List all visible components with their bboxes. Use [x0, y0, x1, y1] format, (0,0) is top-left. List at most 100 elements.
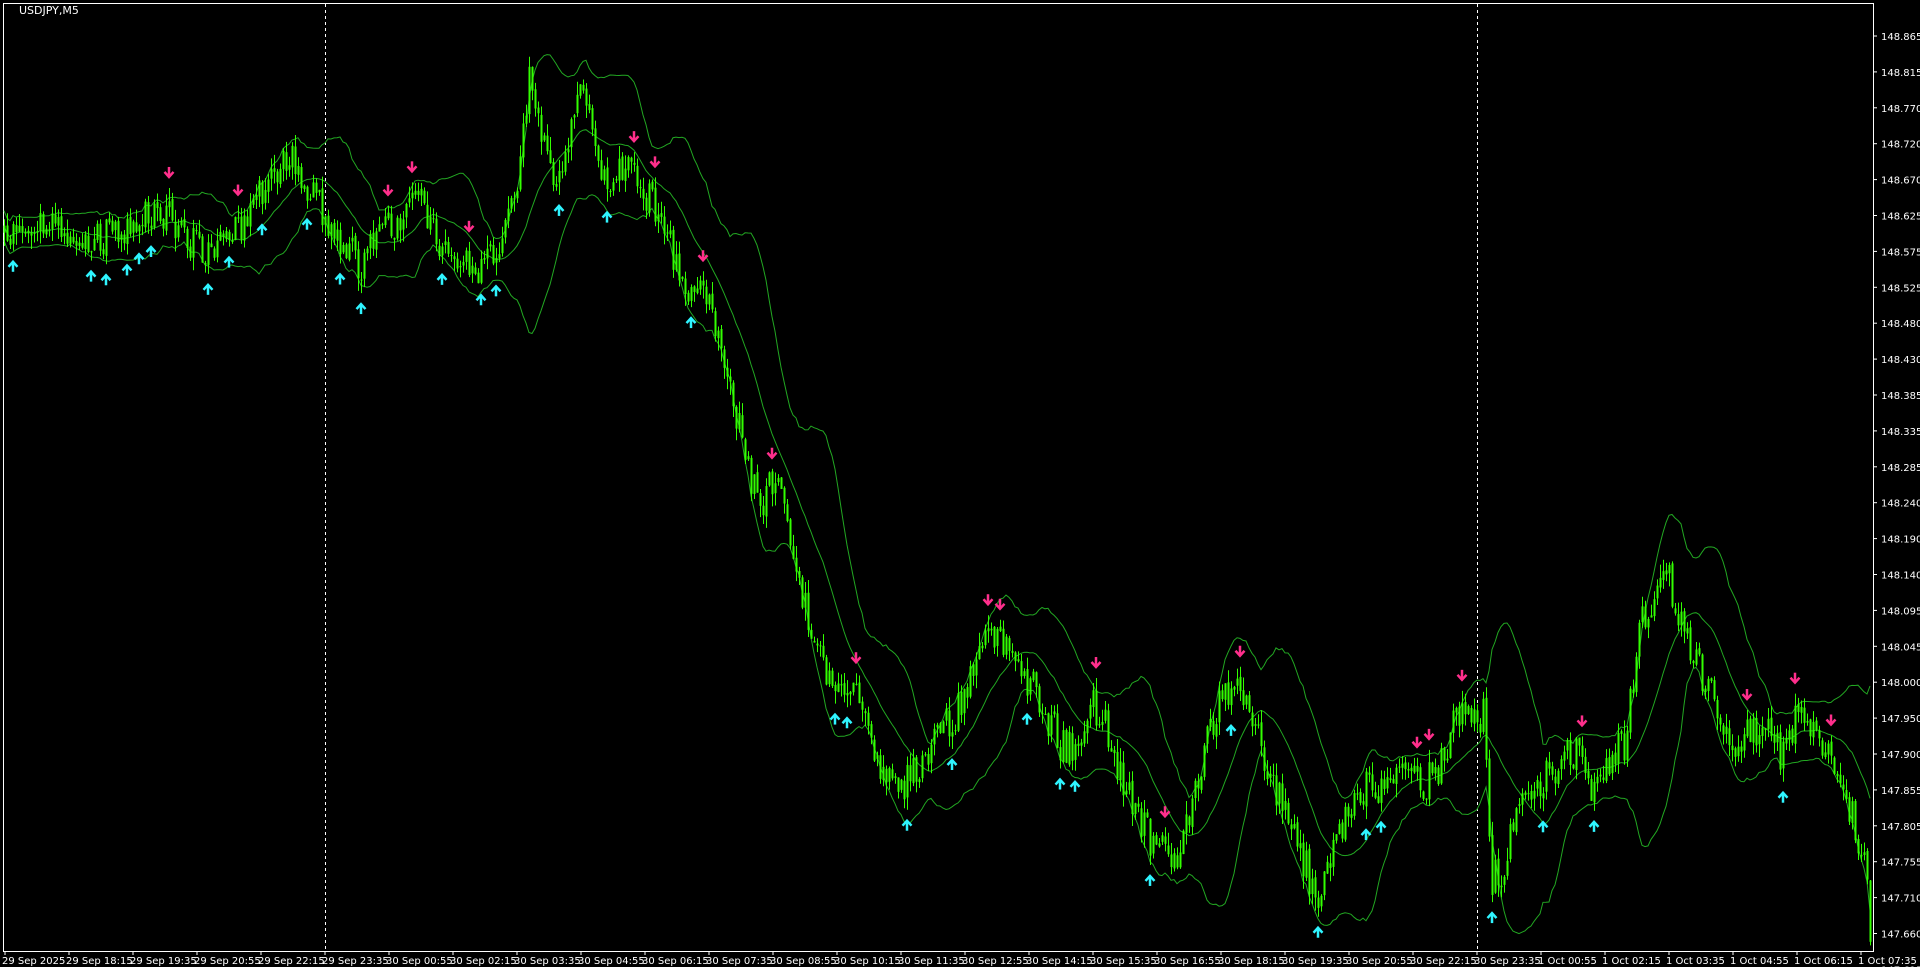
candle-body: [213, 248, 216, 258]
candle-body: [534, 89, 537, 109]
candle-body: [1737, 746, 1740, 757]
candle-body: [573, 115, 576, 118]
candle-body: [903, 780, 906, 800]
candle-body: [117, 220, 120, 242]
buy-arrow: [256, 223, 268, 236]
candle-body: [1137, 803, 1140, 807]
candle-body: [1296, 822, 1299, 847]
candle-body: [312, 182, 315, 198]
buy-arrow: [121, 263, 133, 276]
y-tick-label: 148.190: [1881, 535, 1920, 546]
candle-body: [1782, 741, 1785, 769]
candle-body: [684, 278, 687, 294]
candle-body: [1362, 801, 1365, 805]
candle-body: [795, 557, 798, 572]
candle-body: [1386, 777, 1389, 789]
candle-body: [972, 664, 975, 676]
candle-body: [909, 765, 912, 782]
sell-arrow: [766, 447, 778, 460]
y-tick-label: 148.385: [1881, 391, 1920, 402]
candle-body: [438, 245, 441, 257]
candle-body: [567, 149, 570, 153]
candle-body: [978, 646, 981, 660]
candle-body: [1062, 730, 1065, 763]
candle-body: [45, 228, 48, 235]
candle-body: [453, 256, 456, 260]
candle-body: [414, 190, 417, 195]
candle-body: [1071, 733, 1074, 761]
y-tick-label: 147.755: [1881, 858, 1920, 869]
candle-body: [1074, 744, 1077, 760]
x-tick-label: 1 Oct 04:55: [1730, 956, 1789, 967]
candle-body: [852, 682, 855, 693]
candle-body: [756, 472, 759, 493]
candle-body: [810, 629, 813, 639]
candle-body: [1788, 730, 1791, 740]
candle-body: [1764, 728, 1767, 730]
candle-body: [1728, 728, 1731, 746]
candle-body: [942, 721, 945, 734]
candle-body: [450, 255, 453, 257]
candle-body: [1431, 762, 1434, 774]
candle-body: [1491, 835, 1494, 895]
candle-body: [921, 755, 924, 779]
buy-arrow: [202, 282, 214, 295]
candle-body: [1632, 689, 1635, 694]
candle-body: [1581, 745, 1584, 757]
candle-body: [456, 258, 459, 269]
candle-body: [387, 212, 390, 219]
candle-body: [1743, 734, 1746, 751]
x-tick-label: 1 Oct 00:55: [1538, 956, 1597, 967]
candle-body: [768, 472, 771, 486]
candle-body: [489, 244, 492, 247]
candle-body: [1482, 698, 1485, 732]
candle-body: [1821, 740, 1824, 756]
price-chart[interactable]: 148.865 148.815 148.770 148.720 148.670 148.6…: [0, 0, 1920, 967]
candle-body: [648, 183, 651, 213]
candle-body: [1329, 863, 1332, 868]
sell-arrow: [1789, 672, 1801, 685]
candle-body: [1623, 733, 1626, 761]
candle-body: [1065, 730, 1068, 763]
x-tick-label: 30 Sep 16:55: [1154, 956, 1221, 967]
candle-body: [1068, 731, 1071, 765]
candle-body: [1761, 727, 1764, 736]
candle-body: [165, 205, 168, 231]
candle-body: [1635, 656, 1638, 693]
candle-body: [1590, 778, 1593, 801]
candle-body: [1698, 648, 1701, 655]
candle-body: [1686, 628, 1689, 634]
candle-body: [111, 220, 114, 232]
candle-body: [375, 231, 378, 250]
candle-body: [486, 248, 489, 259]
candle-body: [990, 628, 993, 631]
candle-body: [1449, 732, 1452, 758]
candle-body: [1422, 791, 1425, 799]
candlesticks: [3, 56, 1872, 946]
candle-body: [561, 171, 564, 173]
candle-body: [1314, 877, 1317, 898]
candle-body: [1731, 745, 1734, 751]
candle-body: [1284, 800, 1287, 810]
candle-body: [411, 192, 414, 199]
candle-body: [315, 182, 318, 193]
candle-body: [435, 218, 438, 245]
candle-body: [261, 182, 264, 205]
candle-body: [1476, 710, 1479, 723]
candle-body: [1350, 814, 1353, 818]
candle-body: [1434, 767, 1437, 774]
buy-arrow: [7, 259, 19, 272]
candle-body: [1542, 793, 1545, 799]
candle-body: [948, 710, 951, 737]
candle-body: [1569, 740, 1572, 765]
candle-body: [1767, 718, 1770, 730]
candle-body: [1308, 848, 1311, 895]
candle-body: [1101, 721, 1104, 725]
y-tick-label: 148.045: [1881, 642, 1920, 653]
candle-body: [732, 382, 735, 407]
candle-body: [1407, 769, 1410, 771]
candle-body: [816, 643, 819, 646]
candle-body: [195, 229, 198, 232]
y-tick-label: 148.815: [1881, 68, 1920, 79]
candle-body: [1383, 779, 1386, 789]
